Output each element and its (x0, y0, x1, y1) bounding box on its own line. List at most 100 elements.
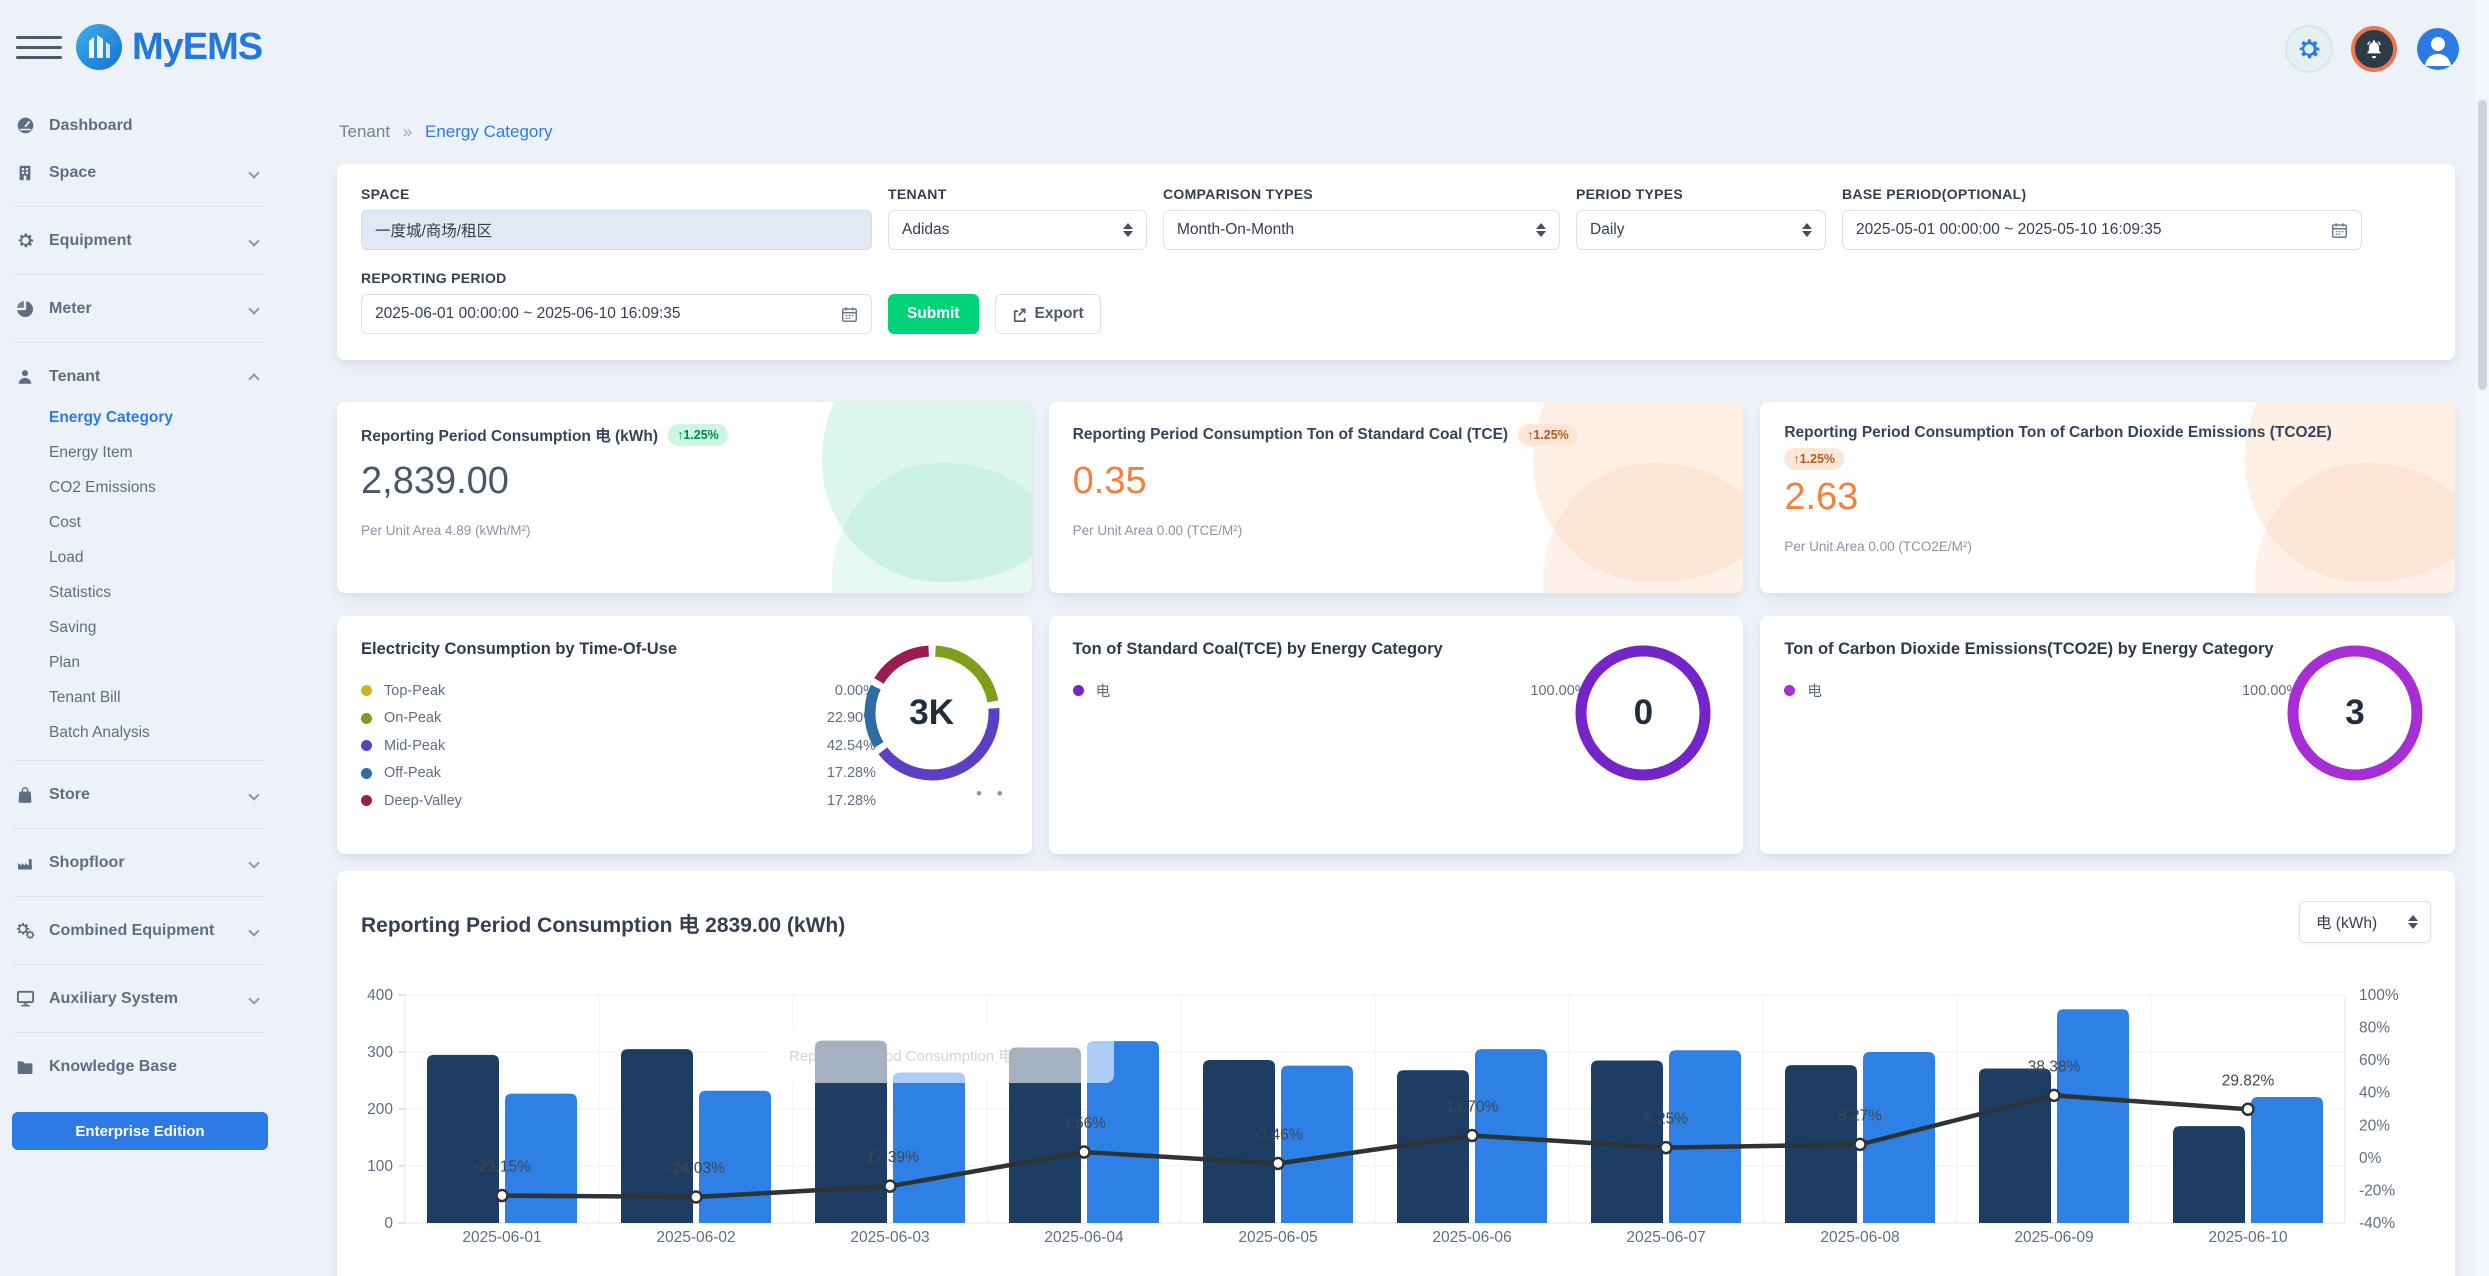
sidebar-item-space[interactable]: Space (0, 149, 278, 196)
chevron-down-icon (248, 235, 259, 246)
svg-text:29.82%: 29.82% (2222, 1072, 2275, 1089)
svg-text:2025-06-09: 2025-06-09 (2014, 1229, 2093, 1246)
sidebar-sub-label: Saving (49, 619, 96, 637)
bag-icon (14, 786, 36, 804)
sidebar-item-energy-item[interactable]: Energy Item (0, 435, 278, 470)
sidebar-divider (14, 896, 264, 897)
unit-selector-value: 电 (kWh) (2316, 911, 2398, 933)
folder-icon (14, 1058, 36, 1076)
sidebar-item-saving[interactable]: Saving (0, 610, 278, 645)
kpi-value: 2,839.00 (361, 460, 1008, 503)
kpi-cards-row: Reporting Period Consumption 电 (kWh) ↑1.… (337, 402, 2455, 593)
sidebar-item-knowledge-base[interactable]: Knowledge Base (0, 1043, 278, 1090)
breadcrumb-separator: » (403, 122, 412, 141)
building-icon (14, 164, 36, 182)
sidebar-divider (14, 828, 264, 829)
person-icon (14, 368, 36, 386)
pie-icon (14, 300, 36, 318)
legend-dot-icon (361, 768, 372, 779)
myems-logo-icon (76, 24, 122, 70)
legend-item: 电100.00% (1073, 677, 1588, 705)
svg-text:400: 400 (367, 987, 393, 1004)
sidebar-label: Shopfloor (49, 854, 250, 872)
legend-dot-icon (361, 685, 372, 696)
comparison-types-select[interactable]: Month-On-Month (1163, 210, 1560, 250)
sidebar-divider (14, 206, 264, 207)
menu-toggle-icon[interactable] (16, 36, 62, 62)
bell-icon (2363, 38, 2385, 60)
svg-text:300: 300 (367, 1044, 393, 1061)
consumption-chart-card: Reporting Period Consumption 电 2839.00 (… (337, 871, 2455, 1276)
period-types-select[interactable]: Daily (1576, 210, 1826, 250)
sidebar-item-tenant-bill[interactable]: Tenant Bill (0, 680, 278, 715)
reporting-period-input[interactable]: 2025-06-01 00:00:00 ~ 2025-06-10 16:09:3… (361, 294, 872, 334)
donut-card-tco2e: Ton of Carbon Dioxide Emissions(TCO2E) b… (1760, 616, 2455, 854)
space-value: 一度城/商场/租区 (375, 219, 858, 241)
svg-text:-40%: -40% (2359, 1215, 2395, 1232)
dashboard-icon (14, 116, 36, 135)
sidebar-sub-label: CO2 Emissions (49, 479, 156, 497)
space-input[interactable]: 一度城/商场/租区 (361, 210, 872, 250)
period-value: Daily (1590, 221, 1792, 239)
chevron-down-icon (248, 303, 259, 314)
tenant-select[interactable]: Adidas (888, 210, 1147, 250)
sidebar-item-equipment[interactable]: Equipment (0, 217, 278, 264)
sidebar-item-meter[interactable]: Meter (0, 285, 278, 332)
kpi-title: Reporting Period Consumption Ton of Stan… (1073, 426, 1508, 444)
svg-text:200: 200 (367, 1101, 393, 1118)
sidebar-item-batch-analysis[interactable]: Batch Analysis (0, 715, 278, 750)
export-button[interactable]: Export (995, 294, 1101, 334)
sidebar-item-load[interactable]: Load (0, 540, 278, 575)
enterprise-edition-button[interactable]: Enterprise Edition (12, 1112, 268, 1150)
export-icon (1012, 307, 1027, 322)
submit-button[interactable]: Submit (888, 294, 979, 334)
settings-button[interactable] (2287, 27, 2331, 71)
legend-dot-icon (361, 795, 372, 806)
sidebar-item-plan[interactable]: Plan (0, 645, 278, 680)
export-label: Export (1035, 305, 1084, 323)
base-period-input[interactable]: 2025-05-01 00:00:00 ~ 2025-05-10 16:09:3… (1842, 210, 2362, 250)
calendar-icon (841, 306, 858, 323)
sidebar-sub-label: Energy Category (49, 409, 173, 427)
reporting-period-label: REPORTING PERIOD (361, 270, 872, 286)
chevron-down-icon (248, 857, 259, 868)
select-arrows-icon (1123, 223, 1133, 237)
top-navbar: MyEMS (0, 0, 2489, 92)
kpi-trend-badge: ↑1.25% (1518, 424, 1578, 446)
sidebar-item-cost[interactable]: Cost (0, 505, 278, 540)
donut-card-tce: Ton of Standard Coal(TCE) by Energy Cate… (1049, 616, 1744, 854)
kpi-per-unit-area: Per Unit Area 4.89 (kWh/M²) (361, 523, 1008, 538)
chevron-down-icon (248, 167, 259, 178)
scrollbar-thumb[interactable] (2478, 100, 2487, 390)
kpi-title: Reporting Period Consumption Ton of Carb… (1784, 424, 2331, 442)
sidebar-item-statistics[interactable]: Statistics (0, 575, 278, 610)
sidebar-divider (14, 964, 264, 965)
sidebar-item-energy-category[interactable]: Energy Category (0, 400, 278, 435)
donut-chart: 3 (2275, 633, 2435, 793)
legend-item: Deep-Valley17.28% (361, 787, 876, 815)
svg-text:80%: 80% (2359, 1020, 2390, 1037)
user-avatar[interactable] (2417, 28, 2459, 70)
notifications-button[interactable] (2351, 26, 2397, 72)
unit-selector[interactable]: 电 (kWh) (2299, 901, 2431, 943)
sidebar-item-tenant[interactable]: Tenant (0, 353, 278, 400)
donut-center-value: 3K (852, 633, 1012, 793)
sidebar-label: Store (49, 786, 250, 804)
brand-logo[interactable]: MyEMS (76, 24, 262, 70)
sidebar-item-auxiliary-system[interactable]: Auxiliary System (0, 975, 278, 1022)
svg-text:2025-06-05: 2025-06-05 (1238, 1229, 1317, 1246)
sidebar-item-store[interactable]: Store (0, 771, 278, 818)
sidebar-item-combined-equipment[interactable]: Combined Equipment (0, 907, 278, 954)
sidebar-item-co2-emissions[interactable]: CO2 Emissions (0, 470, 278, 505)
svg-text:60%: 60% (2359, 1052, 2390, 1069)
sidebar-label: Equipment (49, 232, 250, 250)
svg-text:2025-06-06: 2025-06-06 (1432, 1229, 1511, 1246)
svg-text:-20%: -20% (2359, 1182, 2395, 1199)
chevron-down-icon (248, 925, 259, 936)
pager-dots[interactable]: • • (976, 784, 1008, 804)
breadcrumb-energy-category[interactable]: Energy Category (425, 122, 553, 141)
sidebar-sub-label: Plan (49, 654, 80, 672)
sidebar-item-dashboard[interactable]: Dashboard (0, 102, 278, 149)
breadcrumb-tenant[interactable]: Tenant (339, 122, 390, 141)
sidebar-item-shopfloor[interactable]: Shopfloor (0, 839, 278, 886)
